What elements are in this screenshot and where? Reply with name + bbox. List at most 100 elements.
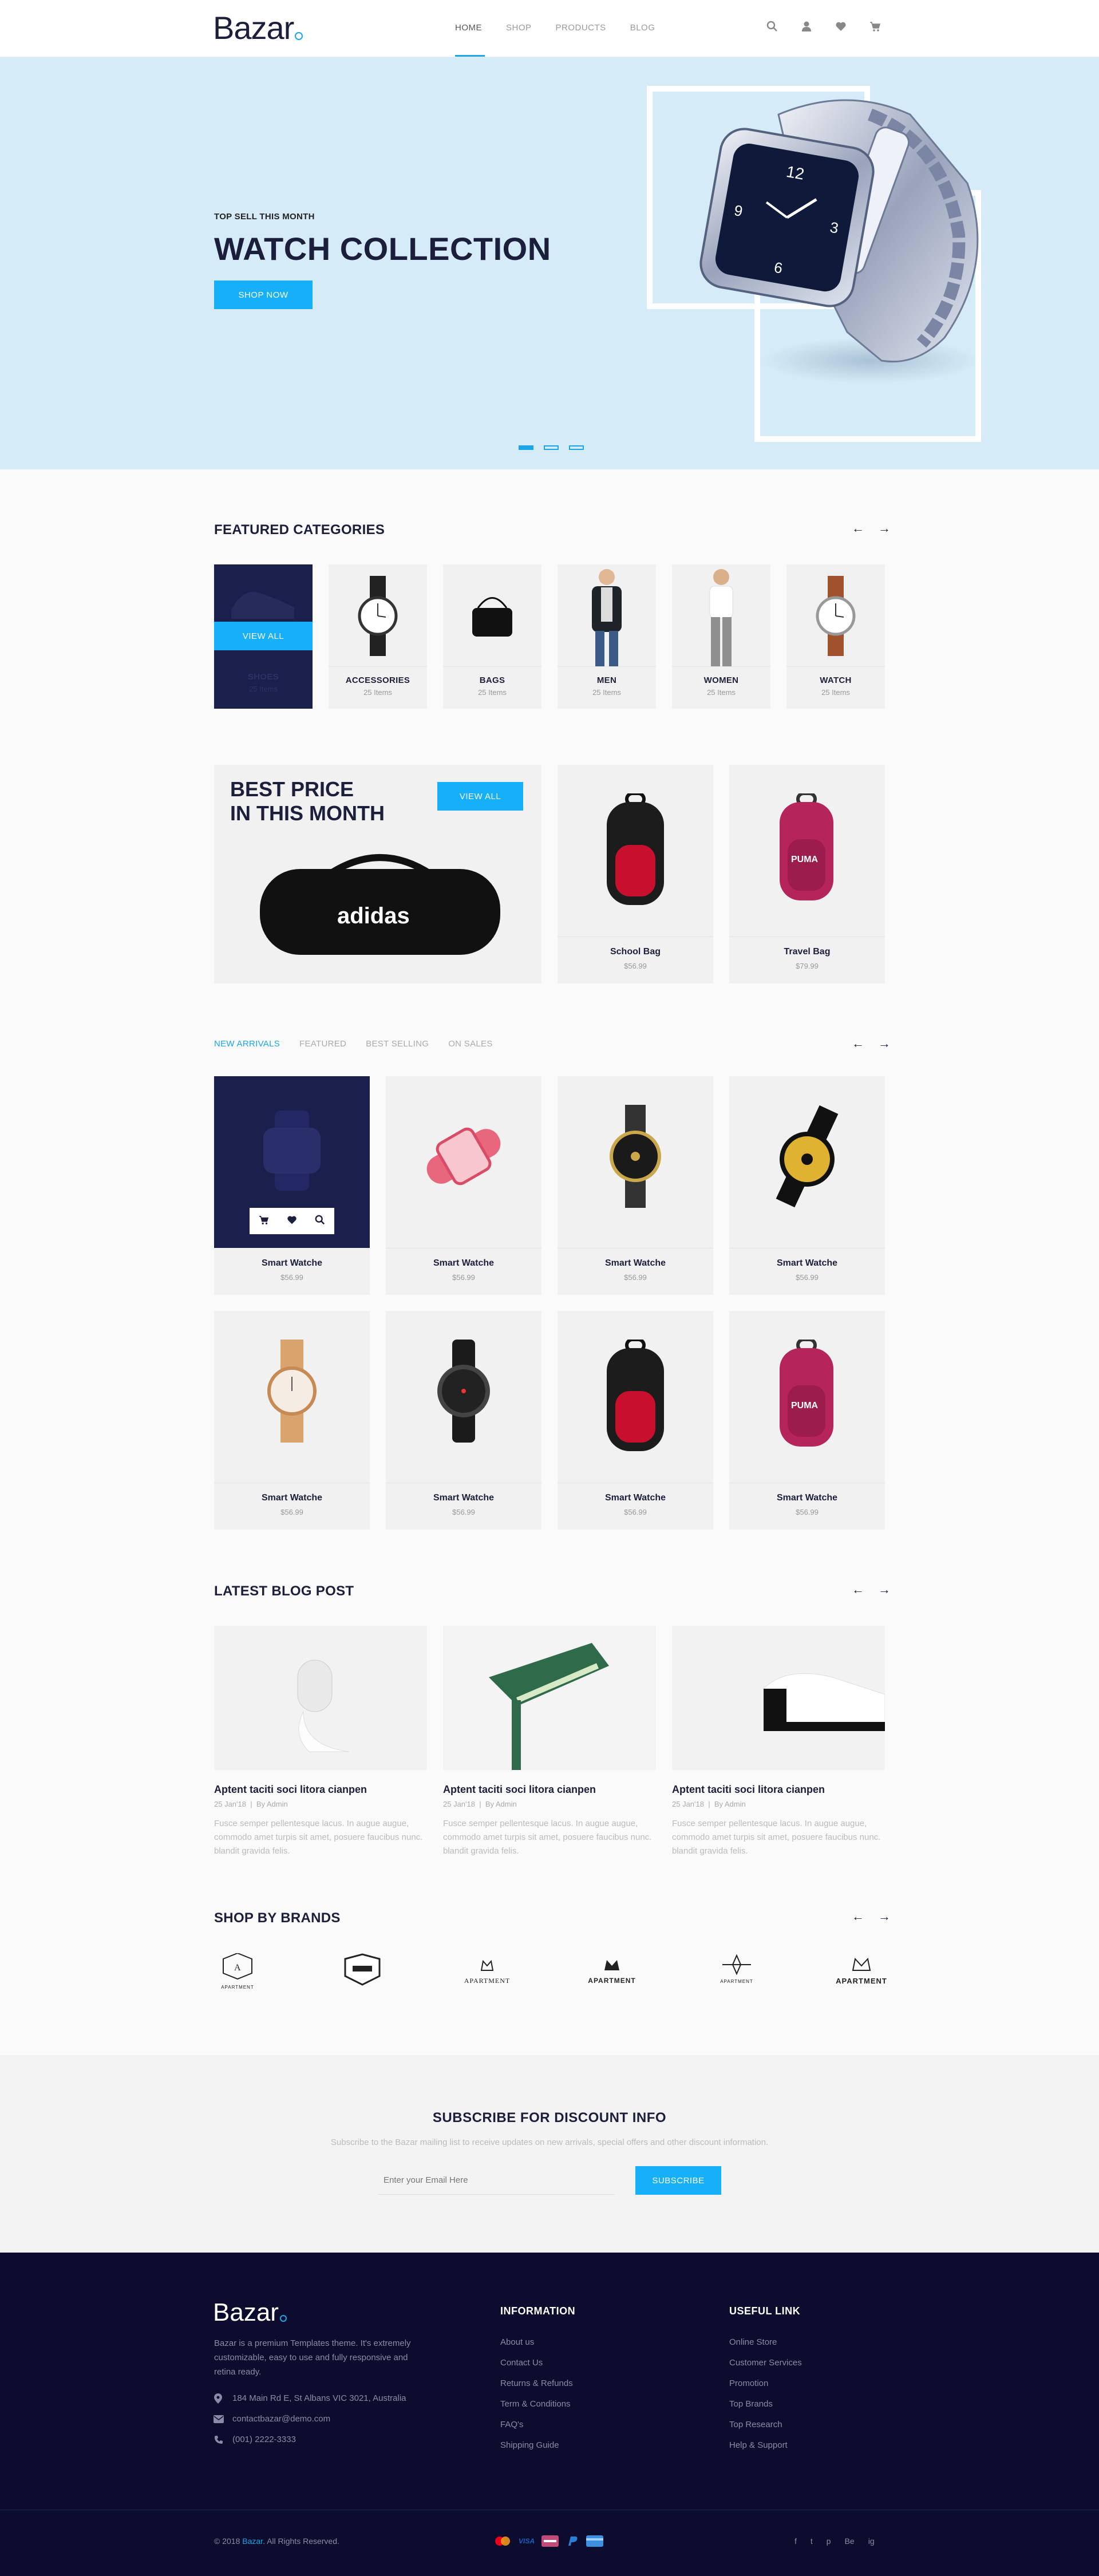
footer-phone[interactable]: (001) 2222-3333 — [232, 2435, 296, 2444]
nav-blog[interactable]: BLOG — [630, 23, 655, 33]
footer-link-terms[interactable]: Term & Conditions — [500, 2399, 571, 2409]
brand-logo[interactable]: APARTMENT — [456, 1953, 519, 1993]
tab-featured[interactable]: FEATURED — [299, 1039, 346, 1049]
nav-shop[interactable]: SHOP — [506, 23, 532, 33]
footer-link-top-research[interactable]: Top Research — [729, 2420, 782, 2429]
brand-crown-icon — [480, 1959, 494, 1971]
footer-link-help[interactable]: Help & Support — [729, 2440, 788, 2450]
subscribe-button[interactable]: SUBSCRIBE — [635, 2166, 721, 2195]
logo-text[interactable]: Bazar — [213, 10, 294, 46]
heart-icon[interactable] — [835, 21, 847, 35]
footer-link-top-brands[interactable]: Top Brands — [729, 2399, 773, 2409]
arrow-left-icon[interactable]: ← — [852, 1036, 864, 1051]
man-image — [592, 569, 622, 666]
category-card-shoes[interactable]: VIEW ALL SHOES 25 Items — [214, 564, 313, 709]
facebook-icon[interactable]: f — [794, 2537, 797, 2546]
product-name[interactable]: Smart Watche — [558, 1258, 713, 1269]
brand-logo[interactable]: APARTMENT — [580, 1953, 643, 1993]
footer-link-customer-services[interactable]: Customer Services — [729, 2358, 802, 2368]
arrow-right-icon[interactable]: → — [878, 1036, 891, 1051]
brand-logo[interactable]: APARTMENT — [830, 1953, 893, 1993]
footer-link-faq[interactable]: FAQ's — [500, 2420, 523, 2429]
brand-crest-icon: A — [223, 1952, 252, 1980]
blog-image-lamp[interactable] — [214, 1626, 427, 1770]
product-card[interactable]: Smart Watche $56.99 — [214, 1311, 370, 1530]
product-name[interactable]: Smart Watche — [386, 1493, 541, 1503]
user-icon[interactable] — [800, 21, 813, 35]
search-icon[interactable] — [766, 21, 778, 35]
email-input[interactable] — [378, 2166, 615, 2195]
arrivals-arrows: ← → — [852, 1036, 891, 1051]
best-price-view-all-button[interactable]: VIEW ALL — [437, 782, 523, 811]
brand-logo[interactable] — [331, 1953, 394, 1993]
category-card-bags[interactable]: BAGS 25 Items — [443, 564, 541, 709]
footer-logo[interactable]: Bazar — [213, 2298, 287, 2327]
product-name[interactable]: Smart Watche — [386, 1258, 541, 1269]
arrow-right-icon[interactable]: → — [878, 1582, 891, 1597]
footer-link-online-store[interactable]: Online Store — [729, 2337, 777, 2347]
brand-logo[interactable]: APARTMENT — [705, 1953, 768, 1993]
blog-image-streetlamp[interactable] — [443, 1626, 656, 1770]
blog-post-title[interactable]: Aptent taciti soci litora cianpen — [443, 1784, 596, 1796]
product-card[interactable]: Smart Watche $56.99 — [558, 1076, 713, 1295]
product-name[interactable]: Smart Watche — [214, 1258, 370, 1269]
quick-view-search-icon[interactable] — [315, 1215, 325, 1228]
arrow-right-icon[interactable]: → — [878, 521, 891, 536]
footer-link-returns[interactable]: Returns & Refunds — [500, 2379, 573, 2388]
category-card-accessories[interactable]: ACCESSORIES 25 Items — [329, 564, 427, 709]
footer-email[interactable]: contactbazar@demo.com — [232, 2414, 330, 2424]
pinterest-icon[interactable]: p — [827, 2537, 831, 2546]
tab-new-arrivals[interactable]: NEW ARRIVALS — [214, 1039, 280, 1049]
category-card-men[interactable]: MEN 25 Items — [558, 564, 656, 709]
shop-now-button[interactable]: SHOP NOW — [214, 280, 313, 309]
product-card-school-bag[interactable]: School Bag $56.99 — [558, 765, 713, 983]
slider-dot-2[interactable] — [544, 445, 559, 450]
footer-link-shipping[interactable]: Shipping Guide — [500, 2440, 559, 2450]
instagram-icon[interactable]: ig — [868, 2537, 875, 2546]
category-card-watch[interactable]: WATCH 25 Items — [786, 564, 885, 709]
site-footer: Bazar Bazar is a premium Templates theme… — [0, 2253, 1099, 2576]
product-card[interactable]: Smart Watche $56.99 — [558, 1311, 713, 1530]
brands-arrows: ← → — [852, 1909, 891, 1924]
footer-logo-text[interactable]: Bazar — [213, 2298, 279, 2326]
product-name[interactable]: Smart Watche — [558, 1493, 713, 1503]
arrow-right-icon[interactable]: → — [878, 1909, 891, 1924]
product-card[interactable]: PUMA Smart Watche $56.99 — [729, 1311, 885, 1530]
cart-icon[interactable] — [869, 21, 881, 35]
slider-dot-3[interactable] — [569, 445, 584, 450]
tab-best-selling[interactable]: BEST SELLING — [366, 1039, 429, 1049]
product-card-travel-bag[interactable]: PUMA Travel Bag $79.99 — [729, 765, 885, 983]
product-name[interactable]: School Bag — [558, 947, 713, 957]
slider-dot-1[interactable] — [519, 445, 533, 450]
nav-home[interactable]: HOME — [455, 23, 482, 33]
product-card[interactable]: Smart Watche $56.99 — [386, 1076, 541, 1295]
blog-image-sneaker[interactable] — [672, 1626, 885, 1770]
behance-icon[interactable]: Be — [845, 2537, 855, 2546]
product-card[interactable]: Smart Watche $56.99 — [214, 1076, 370, 1295]
twitter-icon[interactable]: t — [811, 2537, 813, 2546]
add-to-cart-icon[interactable] — [259, 1215, 269, 1228]
nav-products[interactable]: PRODUCTS — [556, 23, 606, 33]
footer-link-promotion[interactable]: Promotion — [729, 2379, 768, 2388]
arrow-left-icon[interactable]: ← — [852, 1582, 864, 1597]
blog-post-title[interactable]: Aptent taciti soci litora cianpen — [672, 1784, 825, 1796]
logo[interactable]: Bazar — [213, 9, 303, 46]
wishlist-heart-icon[interactable] — [287, 1215, 297, 1228]
category-card-women[interactable]: WOMEN 25 Items — [672, 564, 770, 709]
blog-post-title[interactable]: Aptent taciti soci litora cianpen — [214, 1784, 367, 1796]
arrow-left-icon[interactable]: ← — [852, 1909, 864, 1924]
view-all-categories-button[interactable]: VIEW ALL — [214, 622, 313, 650]
product-card[interactable]: Smart Watche $56.99 — [729, 1076, 885, 1295]
product-name[interactable]: Travel Bag — [729, 947, 885, 957]
product-name[interactable]: Smart Watche — [729, 1258, 885, 1269]
arrow-left-icon[interactable]: ← — [852, 521, 864, 536]
travel-bag-image: PUMA — [780, 793, 833, 900]
brand-logo[interactable]: A APARTMENT — [206, 1952, 269, 1993]
product-name[interactable]: Smart Watche — [729, 1493, 885, 1503]
footer-link-about[interactable]: About us — [500, 2337, 534, 2347]
product-card[interactable]: Smart Watche $56.99 — [386, 1311, 541, 1530]
product-price: $56.99 — [796, 1508, 819, 1516]
footer-link-contact[interactable]: Contact Us — [500, 2358, 543, 2368]
product-name[interactable]: Smart Watche — [214, 1493, 370, 1503]
tab-on-sales[interactable]: ON SALES — [448, 1039, 492, 1049]
